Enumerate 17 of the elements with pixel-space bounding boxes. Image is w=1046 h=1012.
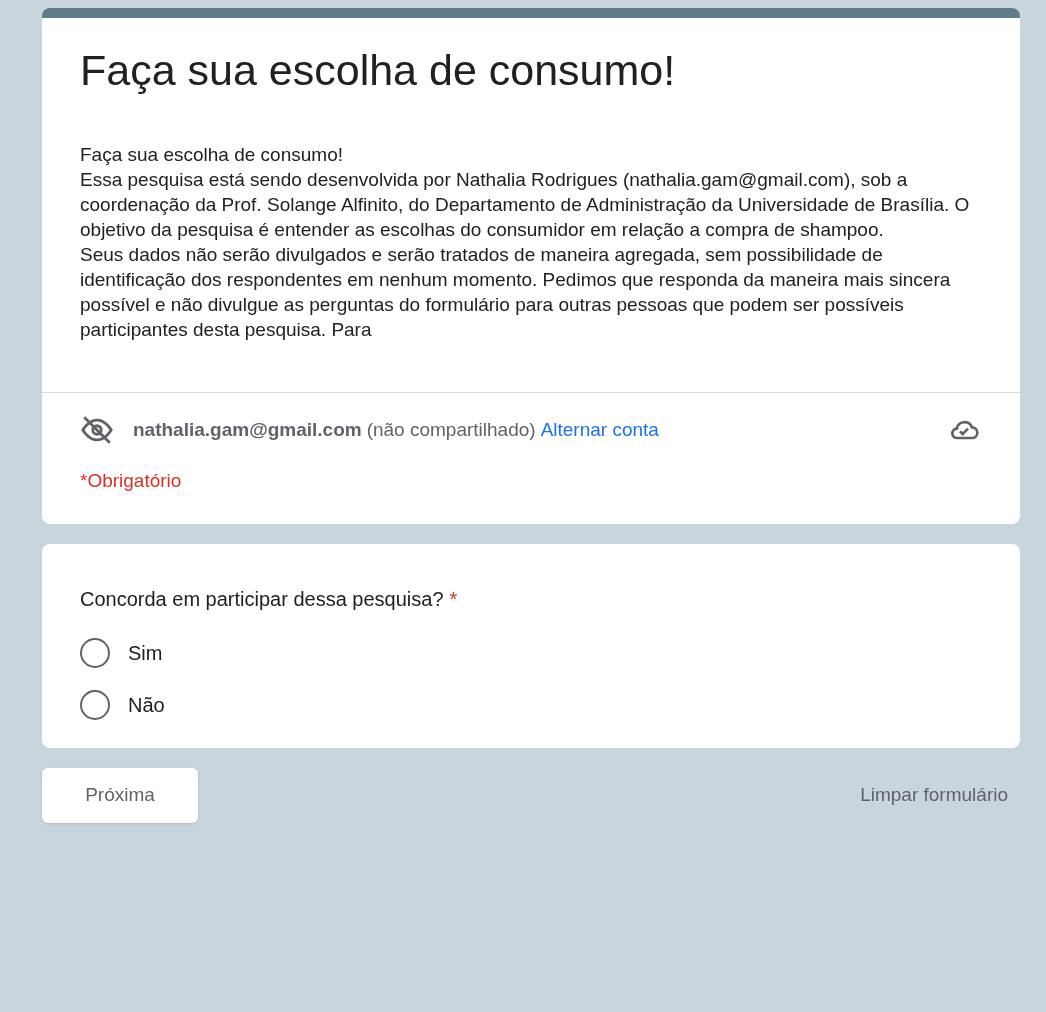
account-note: (não compartilhado) [366,417,536,442]
description-text: Essa pesquisa está sendo desenvolvida por Nathalia Rodrigues (nathalia.gam@gmail.com), sob a coordenação da Prof. Solange Alfinito, do Departamento de Administração da Universidade de Brasília. O objetivo da pesquisa é entender as escolhas do consumidor em relação a compra de shampoo. [80,168,971,242]
account-email: nathalia.gam@gmail.com [133,417,362,442]
question-text: Concorda em participar dessa pesquisa? [80,586,444,612]
required-mark: * [449,586,458,612]
option-label: Sim [128,640,163,666]
required-note: *Obrigatório [80,469,183,493]
radio-button[interactable] [80,637,110,668]
description-text: Seus dados não serão divulgados e serão tratados de maneira agregada, sem possibilidade de identificação dos respondentes em nenhum momento. Pedimos que responda da maneira mais sincera possível e não divulgue as perguntas do formulário para outras pessoas que podem ser possíveis participantes desta pesquisa. Para [80,243,952,342]
radio-button[interactable] [80,689,110,720]
switch-account-link[interactable]: Alternar conta [540,415,659,445]
clear-form-link[interactable]: Limpar formulário [860,780,1008,810]
option-label: Não [128,692,165,718]
visibility-off-icon [80,413,114,447]
form-title: Faça sua escolha de consumo! [80,45,677,96]
next-button[interactable]: Próxima [42,767,198,823]
description-text: Faça sua escolha de consumo! [80,143,344,167]
